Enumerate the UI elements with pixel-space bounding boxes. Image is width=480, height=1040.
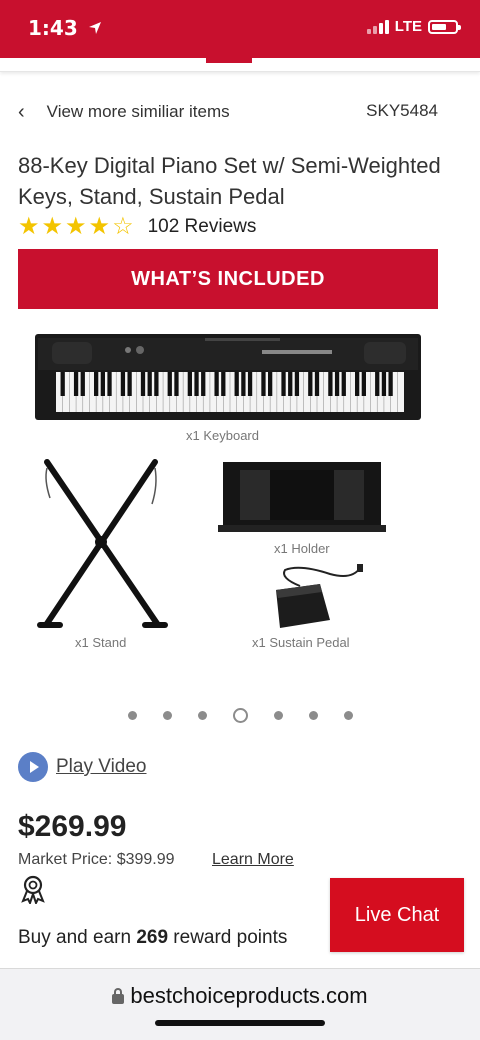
url-text[interactable]: bestchoiceproducts.com — [130, 983, 367, 1009]
carousel-dot[interactable] — [197, 711, 207, 720]
battery-icon — [428, 19, 461, 34]
product-title: 88-Key Digital Piano Set w/ Semi-Weighte… — [18, 153, 441, 209]
reward-suffix: reward points — [173, 927, 288, 948]
carousel-dot[interactable] — [308, 711, 318, 720]
carousel-pagination[interactable] — [0, 708, 480, 723]
carousel-dot[interactable] — [343, 711, 353, 720]
play-video-button[interactable]: Play Video — [18, 752, 147, 782]
carousel-dot-active[interactable] — [232, 708, 248, 723]
star-outline-icon: ☆ — [112, 213, 134, 240]
included-items-illustration — [35, 334, 421, 628]
network-type: LTE — [394, 18, 422, 35]
star-filled-icon: ★ — [88, 213, 111, 240]
location-arrow-icon — [88, 22, 101, 34]
sustain-pedal-illustration — [276, 564, 363, 628]
reviews-link[interactable]: 102 Reviews — [148, 216, 257, 238]
whats-included-banner: WHAT’S INCLUDED — [18, 249, 438, 309]
home-indicator[interactable] — [155, 1020, 325, 1026]
signal-icon — [366, 19, 389, 34]
star-filled-icon: ★ — [41, 213, 64, 240]
reward-prefix: Buy and earn — [18, 927, 132, 948]
product-rating[interactable]: ★ ★ ★ ★ ☆ 102 Reviews — [18, 212, 256, 241]
star-filled-icon: ★ — [18, 213, 40, 240]
product-image[interactable]: x1 Keyboard x1 Stand x1 Holder x1 Sustai… — [0, 320, 480, 660]
carousel-dot[interactable] — [273, 711, 283, 720]
chevron-left-icon[interactable]: ‹ — [18, 101, 25, 124]
keyboard-illustration — [35, 334, 421, 420]
carousel-dot[interactable] — [127, 711, 137, 720]
carousel-dot[interactable] — [162, 711, 172, 720]
price: $269.99 — [18, 810, 127, 843]
play-icon[interactable] — [18, 752, 48, 782]
live-chat-button[interactable]: Live Chat — [330, 878, 464, 952]
browser-url-bar[interactable]: bestchoiceproducts.com — [0, 968, 480, 1040]
caption-keyboard: x1 Keyboard — [186, 428, 259, 443]
learn-more-link[interactable]: Learn More — [212, 851, 294, 869]
caption-holder: x1 Holder — [274, 541, 330, 556]
star-rating: ★ ★ ★ ★ ☆ — [18, 212, 134, 241]
status-time: 1:43 — [28, 16, 102, 40]
sku-label: SKY5484 — [366, 101, 438, 120]
status-indicators: LTE — [366, 18, 461, 35]
status-bar: 1:43 LTE — [0, 0, 480, 58]
view-more-link[interactable]: View more similiar items — [47, 102, 230, 122]
music-holder-illustration — [218, 462, 386, 532]
reward-points: 269 — [136, 927, 169, 948]
header-indicator — [206, 58, 252, 63]
caption-sustain-pedal: x1 Sustain Pedal — [252, 635, 350, 650]
caption-stand: x1 Stand — [75, 635, 127, 650]
star-filled-icon: ★ — [65, 213, 87, 240]
play-video-link[interactable]: Play Video — [56, 756, 147, 778]
reward-points-text: Buy and earn 269 reward points — [18, 927, 287, 949]
url-display[interactable]: bestchoiceproducts.com — [0, 983, 480, 1009]
header-strip — [0, 58, 480, 72]
award-ribbon-icon — [21, 875, 45, 904]
clock-time: 1:43 — [28, 16, 78, 40]
lock-icon — [112, 988, 125, 1004]
market-price: Market Price: $399.99 — [18, 851, 175, 868]
